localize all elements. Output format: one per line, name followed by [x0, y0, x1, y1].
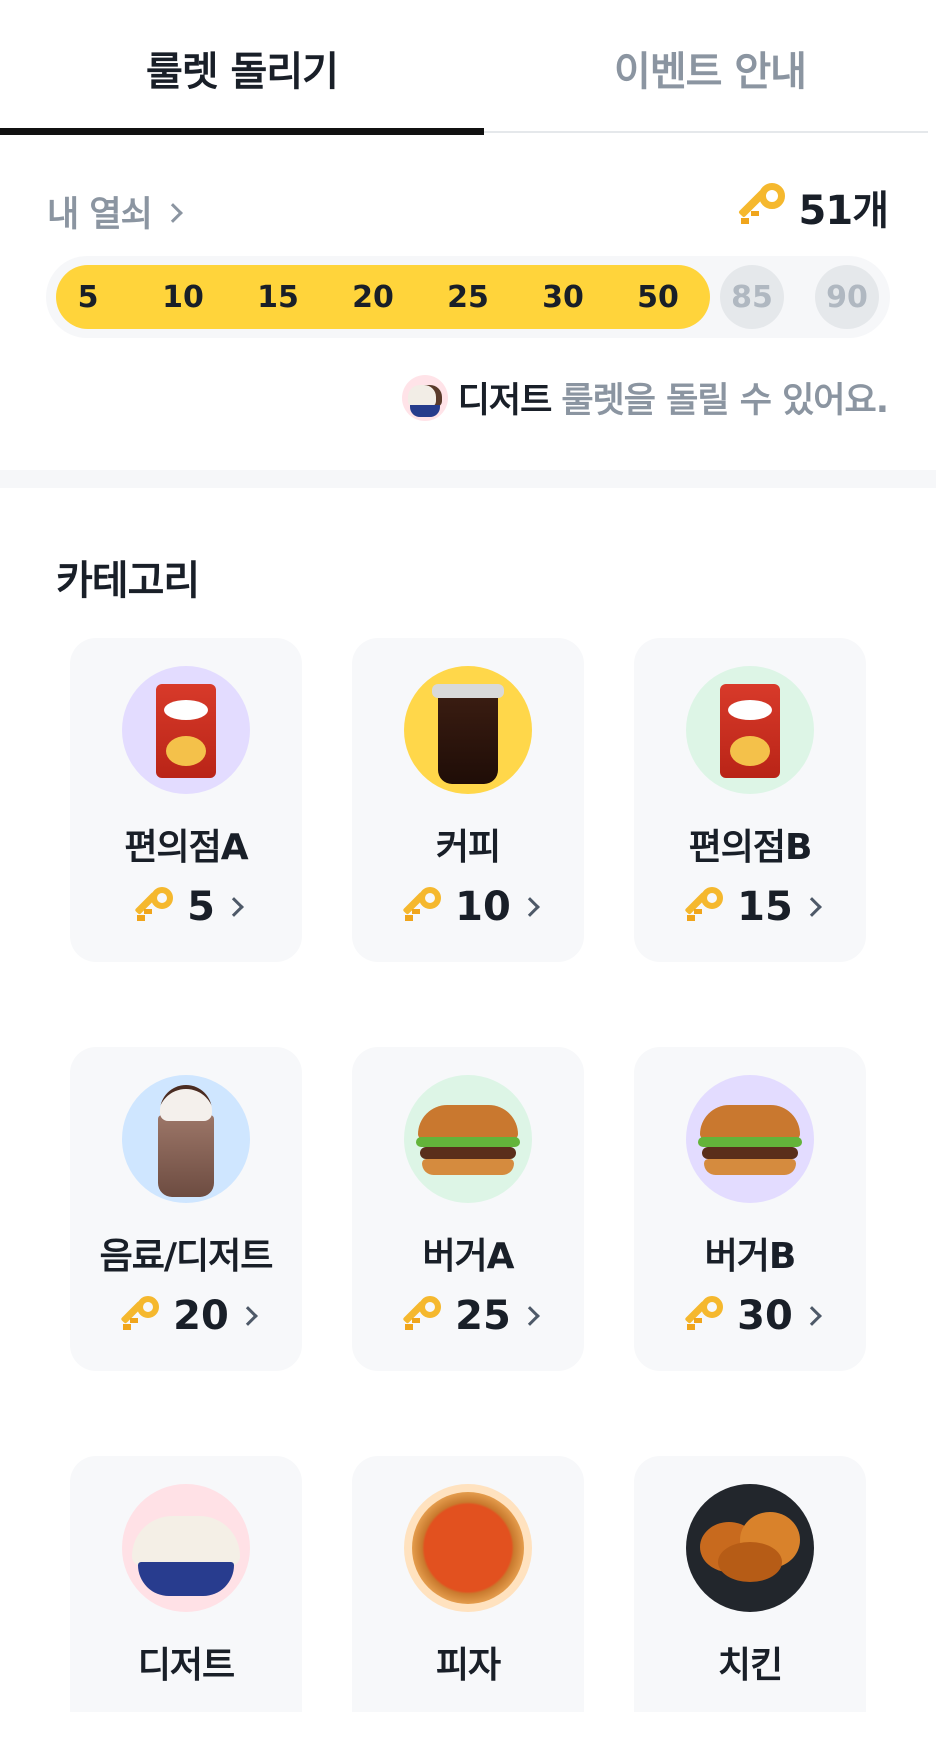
category-name: 버거B: [704, 1236, 797, 1277]
category-name: 편의점A: [124, 827, 248, 868]
key-icon: [681, 1294, 725, 1338]
ice-cream-icon: [122, 1484, 250, 1612]
category-cost: 20: [70, 1293, 302, 1339]
progress-step: 25: [447, 279, 489, 315]
progress-step: 20: [352, 279, 394, 315]
category-cost: 10: [352, 884, 584, 930]
category-name: 커피: [435, 827, 501, 868]
category-card-drink-dessert[interactable]: 음료/디저트 20: [70, 1047, 302, 1371]
progress-step: 30: [542, 279, 584, 315]
category-name: 편의점B: [688, 827, 813, 868]
category-card-pizza[interactable]: 피자: [352, 1456, 584, 1748]
category-card-burger-a[interactable]: 버거A 25: [352, 1047, 584, 1371]
category-name: 치킨: [717, 1645, 783, 1686]
category-cost-value: 20: [173, 1293, 229, 1339]
key-icon: [735, 181, 787, 233]
iced-coffee-icon: [404, 666, 532, 794]
key-icon: [681, 885, 725, 929]
category-card-burger-b[interactable]: 버거B 30: [634, 1047, 866, 1371]
category-cost: 5: [70, 884, 302, 930]
category-cost: 25: [352, 1293, 584, 1339]
chevron-right-icon: [519, 897, 540, 917]
key-icon: [131, 885, 175, 929]
active-tab-indicator: [0, 128, 484, 135]
key-icon: [117, 1294, 161, 1338]
progress-step-locked: 90: [815, 265, 879, 329]
section-divider: [0, 470, 936, 488]
tab-event-info[interactable]: 이벤트 안내: [484, 0, 936, 135]
notice-text: 룰렛을 돌릴 수 있어요.: [561, 381, 889, 421]
category-card-dessert[interactable]: 디저트: [70, 1456, 302, 1748]
category-cost-value: 25: [455, 1293, 511, 1339]
tab-roulette[interactable]: 룰렛 돌리기: [0, 0, 484, 135]
category-card-convenience-b[interactable]: 편의점B 15: [634, 638, 866, 962]
burger-icon: [686, 1075, 814, 1203]
chevron-right-icon: [162, 202, 183, 223]
chevron-right-icon: [224, 897, 244, 917]
category-title: 카테고리: [56, 558, 200, 604]
my-key-label: 내 열쇠: [47, 195, 153, 235]
category-cost-value: 30: [737, 1293, 793, 1339]
frappe-icon: [122, 1075, 250, 1203]
key-count: 51개: [735, 178, 889, 236]
dessert-thumbnail-icon: [401, 374, 448, 421]
chevron-right-icon: [237, 1306, 258, 1326]
progress-step: 10: [162, 279, 204, 315]
chips-bag-icon: [122, 666, 250, 794]
chevron-right-icon: [519, 1306, 540, 1326]
category-card-convenience-a[interactable]: 편의점A 5: [70, 638, 302, 962]
progress-step: 5: [77, 279, 99, 315]
my-key-link[interactable]: 내 열쇠: [47, 186, 183, 237]
notice-category: 디저트: [457, 381, 553, 421]
key-count-value: 51개: [798, 188, 889, 234]
category-cost-value: 5: [187, 884, 215, 930]
category-cost-value: 10: [455, 884, 511, 930]
category-cost-value: 15: [737, 884, 793, 930]
category-name: 버거A: [422, 1236, 514, 1277]
key-icon: [399, 885, 443, 929]
category-name: 피자: [435, 1645, 501, 1686]
category-name: 디저트: [137, 1645, 235, 1686]
chevron-right-icon: [801, 897, 822, 917]
key-icon: [399, 1294, 443, 1338]
category-card-chicken[interactable]: 치킨: [634, 1456, 866, 1748]
category-name: 음료/디저트: [99, 1236, 274, 1277]
chips-bag-icon: [686, 666, 814, 794]
category-card-coffee[interactable]: 커피 10: [352, 638, 584, 962]
pizza-icon: [404, 1484, 532, 1612]
progress-step: 15: [257, 279, 299, 315]
progress-step: 50: [637, 279, 679, 315]
tab-divider: [484, 131, 928, 133]
burger-icon: [404, 1075, 532, 1203]
category-cost: 15: [634, 884, 866, 930]
bottom-edge: [0, 1712, 936, 1748]
fried-chicken-icon: [686, 1484, 814, 1612]
tab-bar: 룰렛 돌리기 이벤트 안내: [0, 0, 936, 135]
progress-step-locked: 85: [720, 265, 784, 329]
roulette-notice: 디저트 룰렛을 돌릴 수 있어요.: [401, 372, 889, 423]
chevron-right-icon: [801, 1306, 822, 1326]
category-cost: 30: [634, 1293, 866, 1339]
